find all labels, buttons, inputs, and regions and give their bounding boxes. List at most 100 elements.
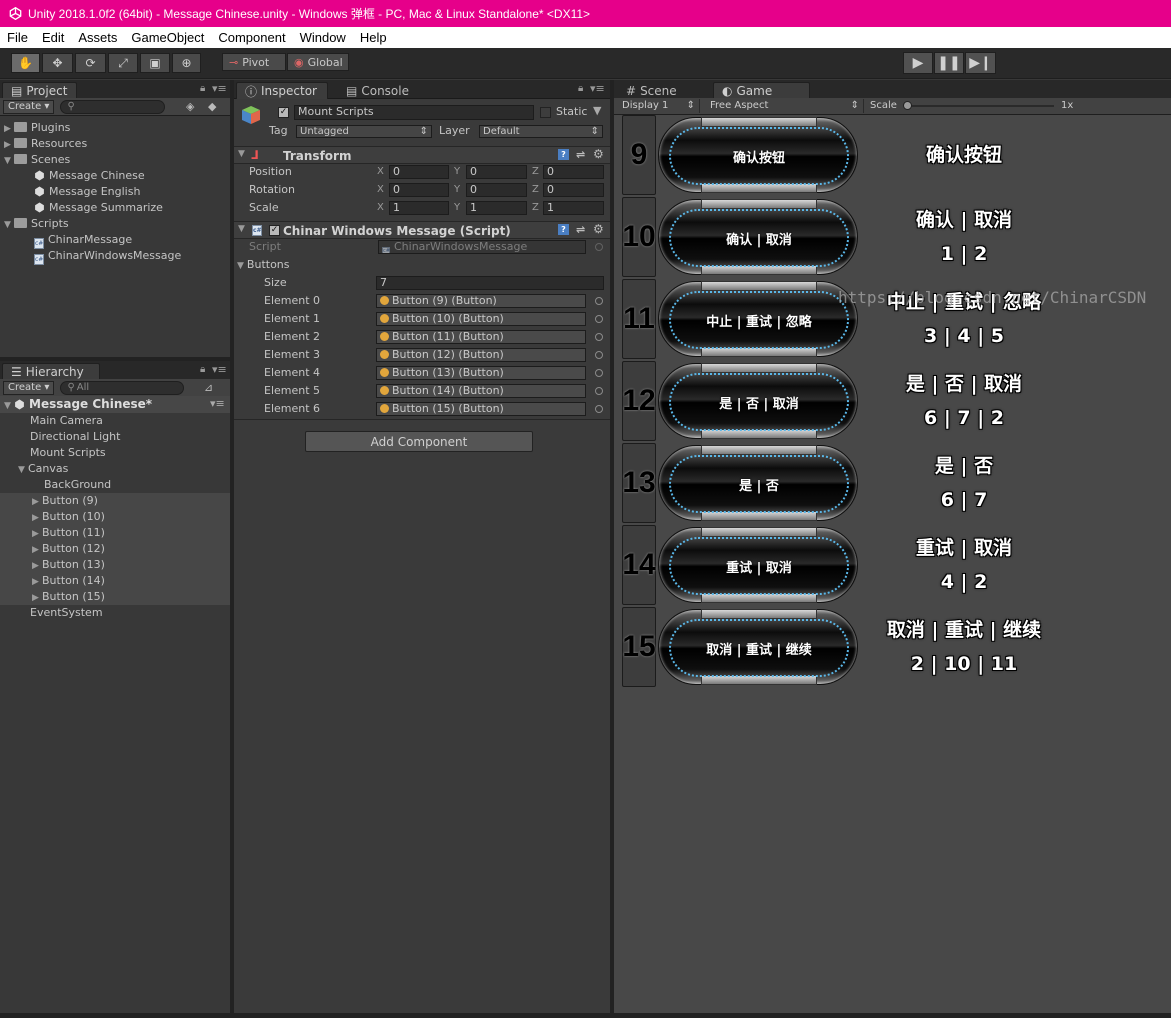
object-picker-icon[interactable] <box>595 405 603 413</box>
hierarchy-search-input[interactable]: ⚲ All <box>60 380 185 395</box>
element-field[interactable]: Button (11) (Button) <box>376 330 586 344</box>
hierarchy-item-button-9[interactable]: ▶ Button (9) <box>32 493 98 509</box>
panel-menu-icon[interactable]: ▾≡ <box>212 82 227 95</box>
filter-type-icon[interactable]: ◈ <box>186 100 194 113</box>
menu-help[interactable]: Help <box>353 30 394 45</box>
element-field[interactable]: Button (13) (Button) <box>376 366 586 380</box>
hierarchy-item-eventsystem[interactable]: EventSystem <box>30 605 103 621</box>
message-button-10[interactable]: 确认 | 取消 <box>658 196 858 278</box>
tree-item-plugins[interactable]: ▶ Plugins <box>4 120 70 136</box>
scale-z-field[interactable]: 1 <box>543 201 604 215</box>
buttons-foldout[interactable]: ▼ Buttons <box>237 258 290 273</box>
game-view[interactable]: 9 确认按钮 确认按钮 10 确认 | 取消 确认 | 取消 1 | 2 11 … <box>614 115 1171 1013</box>
transform-tool-button[interactable]: ⊕ <box>172 53 201 73</box>
preset-icon[interactable]: ⇌ <box>576 148 585 161</box>
static-checkbox[interactable] <box>540 107 551 118</box>
pivot-toggle[interactable]: ⊸ Pivot <box>222 53 286 71</box>
tree-item-chinarwindowsmessage[interactable]: c# ChinarWindowsMessage <box>34 248 181 265</box>
hierarchy-item-mount-scripts[interactable]: Mount Scripts <box>30 445 106 461</box>
help-icon[interactable]: ? <box>558 224 569 235</box>
element-field[interactable]: Button (14) (Button) <box>376 384 586 398</box>
tree-item-chinarmessage[interactable]: c# ChinarMessage <box>34 232 132 249</box>
hierarchy-item-button-14[interactable]: ▶ Button (14) <box>32 573 105 589</box>
gear-icon[interactable]: ⚙ <box>593 222 604 236</box>
hierarchy-create-button[interactable]: Create ▾ <box>3 380 55 395</box>
preset-icon[interactable]: ⇌ <box>576 223 585 236</box>
menu-window[interactable]: Window <box>293 30 353 45</box>
element-field[interactable]: Button (9) (Button) <box>376 294 586 308</box>
message-button-11[interactable]: 中止 | 重试 | 忽略 <box>658 278 858 360</box>
rotation-z-field[interactable]: 0 <box>543 183 604 197</box>
menu-gameobject[interactable]: GameObject <box>124 30 211 45</box>
active-checkbox[interactable]: ✓ <box>278 107 289 118</box>
position-y-field[interactable]: 0 <box>466 165 527 179</box>
scale-slider-track[interactable] <box>904 105 1054 107</box>
panel-menu-icon[interactable]: ▾≡ <box>590 82 605 95</box>
menu-edit[interactable]: Edit <box>35 30 71 45</box>
tree-item-scenes[interactable]: ▼ Scenes <box>4 152 70 168</box>
hierarchy-item-button-10[interactable]: ▶ Button (10) <box>32 509 105 525</box>
project-search-input[interactable]: ⚲ <box>60 99 166 114</box>
message-button-15[interactable]: 取消 | 重试 | 继续 <box>658 606 858 688</box>
hierarchy-item-main-camera[interactable]: Main Camera <box>30 413 103 429</box>
hierarchy-item-button-11[interactable]: ▶ Button (11) <box>32 525 105 541</box>
scene-filter-icon[interactable]: ⊿ <box>204 381 213 394</box>
menu-component[interactable]: Component <box>211 30 292 45</box>
rotation-y-field[interactable]: 0 <box>466 183 527 197</box>
position-z-field[interactable]: 0 <box>543 165 604 179</box>
hierarchy-item-button-15[interactable]: ▶ Button (15) <box>32 589 105 605</box>
lock-icon[interactable]: 🔒︎ <box>578 83 583 94</box>
add-component-button[interactable]: Add Component <box>305 431 533 452</box>
message-button-12[interactable]: 是 | 否 | 取消 <box>658 360 858 442</box>
pause-button[interactable]: ❚❚ <box>934 52 964 74</box>
gear-icon[interactable]: ⚙ <box>593 147 604 161</box>
hierarchy-item-canvas[interactable]: ▼ Canvas <box>18 461 68 477</box>
tab-inspector[interactable]: ⓘ Inspector <box>236 82 328 99</box>
position-x-field[interactable]: 0 <box>389 165 449 179</box>
message-button-9[interactable]: 确认按钮 <box>658 114 858 196</box>
filter-label-icon[interactable]: ◆ <box>208 100 216 113</box>
element-field[interactable]: Button (12) (Button) <box>376 348 586 362</box>
object-picker-icon[interactable] <box>595 387 603 395</box>
menu-assets[interactable]: Assets <box>71 30 124 45</box>
project-create-button[interactable]: Create ▾ <box>3 99 55 114</box>
rotation-x-field[interactable]: 0 <box>389 183 449 197</box>
message-button-14[interactable]: 重试 | 取消 <box>658 524 858 606</box>
aspect-dropdown[interactable]: Free Aspect ⇕ <box>706 99 864 113</box>
help-icon[interactable]: ? <box>558 149 569 160</box>
script-enabled-checkbox[interactable]: ✓ <box>269 225 280 236</box>
tab-hierarchy[interactable]: ☰ Hierarchy <box>2 363 100 380</box>
tree-item-scene-chinese[interactable]: Message Chinese <box>34 168 145 184</box>
scale-slider-handle[interactable] <box>903 101 912 110</box>
object-picker-icon[interactable] <box>595 333 603 341</box>
tab-game[interactable]: ◐ Game <box>713 82 810 99</box>
rotate-tool-button[interactable]: ⟳ <box>75 53 106 73</box>
tag-dropdown[interactable]: Untagged ⇕ <box>296 125 432 138</box>
tab-project[interactable]: ▤ Project <box>2 82 77 99</box>
scale-x-field[interactable]: 1 <box>389 201 449 215</box>
hand-tool-button[interactable]: ✋ <box>11 53 40 73</box>
hierarchy-item-background[interactable]: BackGround <box>44 477 111 493</box>
transform-header[interactable]: ▼ ⅃ Transform ? ⇌ ⚙ <box>234 146 610 164</box>
object-picker-icon[interactable] <box>595 369 603 377</box>
lock-icon[interactable]: 🔒︎ <box>200 364 205 375</box>
splitter-project-hierarchy[interactable] <box>0 357 230 361</box>
hierarchy-item-directional-light[interactable]: Directional Light <box>30 429 120 445</box>
lock-icon[interactable]: 🔒︎ <box>200 83 205 94</box>
object-picker-icon[interactable] <box>595 297 603 305</box>
scene-header-row[interactable]: ▼ Message Chinese* ▾≡ <box>0 396 230 413</box>
menu-file[interactable]: File <box>0 30 35 45</box>
move-tool-button[interactable]: ✥ <box>42 53 73 73</box>
size-field[interactable]: 7 <box>376 276 604 290</box>
tab-console[interactable]: ▤ Console <box>338 82 418 99</box>
hierarchy-item-button-13[interactable]: ▶ Button (13) <box>32 557 105 573</box>
layer-dropdown[interactable]: Default ⇕ <box>479 125 603 138</box>
scale-y-field[interactable]: 1 <box>466 201 527 215</box>
message-button-13[interactable]: 是 | 否 <box>658 442 858 524</box>
element-field[interactable]: Button (10) (Button) <box>376 312 586 326</box>
global-toggle[interactable]: ◉ Global <box>287 53 349 71</box>
panel-menu-icon[interactable]: ▾≡ <box>212 363 227 376</box>
play-button[interactable]: ▶ <box>903 52 933 74</box>
tree-item-scene-summarize[interactable]: Message Summarize <box>34 200 163 216</box>
object-picker-icon[interactable] <box>595 315 603 323</box>
